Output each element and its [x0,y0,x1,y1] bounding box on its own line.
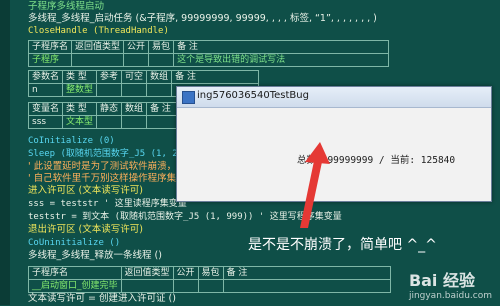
watermark-url: jingyan.baidu.com [408,291,492,301]
startup-subroutine-name[interactable]: __启动窗口_创建完毕 [28,279,122,293]
subroutine-table: 子程序名 返回值类型 公开 易包 备 注 子程序 这个是导致出错的调试写法 [27,40,390,67]
col-param-ref: 参考 [96,70,123,84]
param-name[interactable]: n [27,83,64,97]
code-line-couninitialize: CoUninitialize () [28,238,121,248]
col-var-type: 类 型 [62,102,98,116]
startup-subroutine-table: 子程序名 返回值类型 公开 易包 备 注 __启动窗口_创建完毕 [28,266,391,293]
variable-table: 变量名 类 型 静态 数组 备 注 sss 文本型 [27,102,185,129]
code-line-enter-lock: 进入许可区 (文本读写许可) [28,185,143,196]
col-public-2: 公开 [172,266,199,280]
col-param-remark: 备 注 [171,70,260,84]
col-var-static: 静态 [96,102,123,116]
code-line-write-var: teststr = 到文本 (取随机范围数字_J5 (1, 999)) ' 这里… [28,212,342,222]
col-subroutine-name-2: 子程序名 [28,266,122,280]
col-easy-pack-2: 易包 [197,266,224,280]
code-line-release-thread: 多线程_多线程_释放一条线程 () [28,250,162,261]
var-type[interactable]: 文本型 [62,115,98,129]
code-line-create-lock: 文本读写许可 = 创建进入许可证 () [28,293,176,304]
code-line-read-var: sss = teststr ' 这里读程序集变量 [28,199,187,209]
col-public: 公开 [123,40,150,54]
subroutine-name[interactable]: 子程序 [27,53,73,67]
col-return-type: 返回值类型 [71,40,125,54]
col-param-name: 参数名 [27,70,64,84]
col-subroutine-name: 子程序名 [27,40,73,54]
code-line-closehandle: CloseHandle (ThreadHandle) [28,26,169,36]
baidu-watermark: Bai 经验 jingyan.baidu.com [409,267,492,301]
window-titlebar[interactable]: ing576036540TestBug [177,87,491,108]
col-param-type: 类 型 [62,70,98,84]
watermark-brand: Bai 经验 [408,271,475,290]
col-remark: 备 注 [173,40,390,54]
col-easy-pack: 易包 [148,40,175,54]
window-body: 总数: 99999999 / 当前: 125840 [177,108,491,201]
subroutine-remark: 这个是导致出错的调试写法 [173,53,390,67]
app-icon [182,91,195,104]
caption-text: 是不是不崩溃了，简单吧 ^_^ [248,237,437,253]
progress-status: 总数: 99999999 / 当前: 125840 [297,155,456,166]
code-line-sleep: Sleep (取随机范围数字_J5 (1, 2)) [28,149,189,159]
col-param-nullable: 可空 [121,70,148,84]
window-title: ing576036540TestBug [197,90,309,101]
col-return-type-2: 返回值类型 [120,266,174,280]
code-line-coinitialize: CoInitialize (0) [28,136,115,146]
col-var-name: 变量名 [27,102,64,116]
var-name[interactable]: sss [27,115,64,129]
col-remark-2: 备 注 [222,266,391,280]
code-line-exit-lock: 退出许可区 (文本读写许可) [28,224,143,235]
col-var-array: 数组 [121,102,148,116]
col-param-array: 数组 [146,70,173,84]
test-bug-window[interactable]: ing576036540TestBug 总数: 99999999 / 当前: 1… [176,86,492,202]
param-type[interactable]: 整数型 [62,83,98,97]
